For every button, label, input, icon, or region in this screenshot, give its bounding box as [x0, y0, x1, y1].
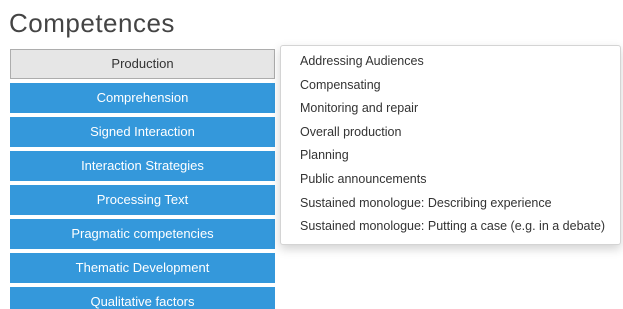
- category-button-thematic-development[interactable]: Thematic Development: [10, 253, 275, 283]
- category-button-production[interactable]: Production: [10, 49, 275, 79]
- category-button-qualitative-factors[interactable]: Qualitative factors: [10, 287, 275, 309]
- dropdown-item-addressing-audiences[interactable]: Addressing Audiences: [281, 50, 620, 74]
- category-button-pragmatic-competencies[interactable]: Pragmatic competencies: [10, 219, 275, 249]
- competences-page: Competences Production Comprehension Sig…: [0, 0, 623, 309]
- dropdown-item-sustained-monologue-describing-experience[interactable]: Sustained monologue: Describing experien…: [281, 192, 620, 216]
- dropdown-item-compensating[interactable]: Compensating: [281, 74, 620, 98]
- page-title: Competences: [9, 8, 175, 38]
- dropdown-item-public-announcements[interactable]: Public announcements: [281, 168, 620, 192]
- dropdown-item-planning[interactable]: Planning: [281, 144, 620, 168]
- dropdown-item-sustained-monologue-putting-a-case[interactable]: Sustained monologue: Putting a case (e.g…: [281, 215, 620, 239]
- category-button-signed-interaction[interactable]: Signed Interaction: [10, 117, 275, 147]
- category-button-processing-text[interactable]: Processing Text: [10, 185, 275, 215]
- dropdown-item-monitoring-and-repair[interactable]: Monitoring and repair: [281, 97, 620, 121]
- category-button-interaction-strategies[interactable]: Interaction Strategies: [10, 151, 275, 181]
- category-list: Production Comprehension Signed Interact…: [10, 49, 275, 309]
- production-dropdown-menu: Addressing Audiences Compensating Monito…: [280, 45, 621, 245]
- dropdown-item-overall-production[interactable]: Overall production: [281, 121, 620, 145]
- category-button-comprehension[interactable]: Comprehension: [10, 83, 275, 113]
